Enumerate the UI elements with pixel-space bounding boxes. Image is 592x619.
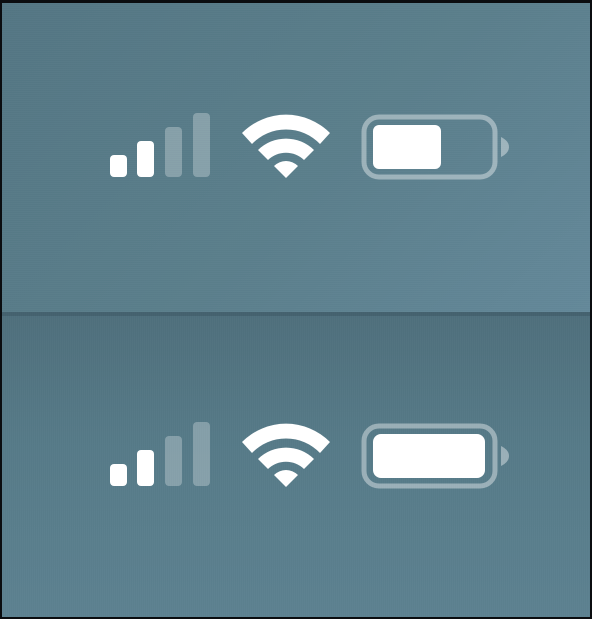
signal-bar-4 — [193, 422, 210, 486]
signal-bar-2 — [137, 141, 154, 177]
screenshot-frame — [0, 0, 592, 619]
signal-bar-4 — [193, 113, 210, 177]
signal-bar-1 — [110, 155, 127, 177]
cellular-signal-icon — [106, 420, 214, 488]
signal-bar-3 — [165, 127, 182, 177]
status-bar-panel-top — [2, 3, 590, 312]
signal-bar-2 — [137, 450, 154, 486]
wifi-icon — [238, 107, 334, 179]
cellular-signal-icon — [106, 111, 214, 179]
wifi-icon — [238, 416, 334, 488]
battery-icon — [360, 422, 512, 490]
signal-bar-1 — [110, 464, 127, 486]
signal-bar-3 — [165, 436, 182, 486]
status-bar-panel-bottom — [2, 312, 590, 617]
battery-level-fill — [373, 434, 485, 478]
battery-level-fill — [373, 125, 441, 169]
battery-icon — [360, 113, 512, 181]
